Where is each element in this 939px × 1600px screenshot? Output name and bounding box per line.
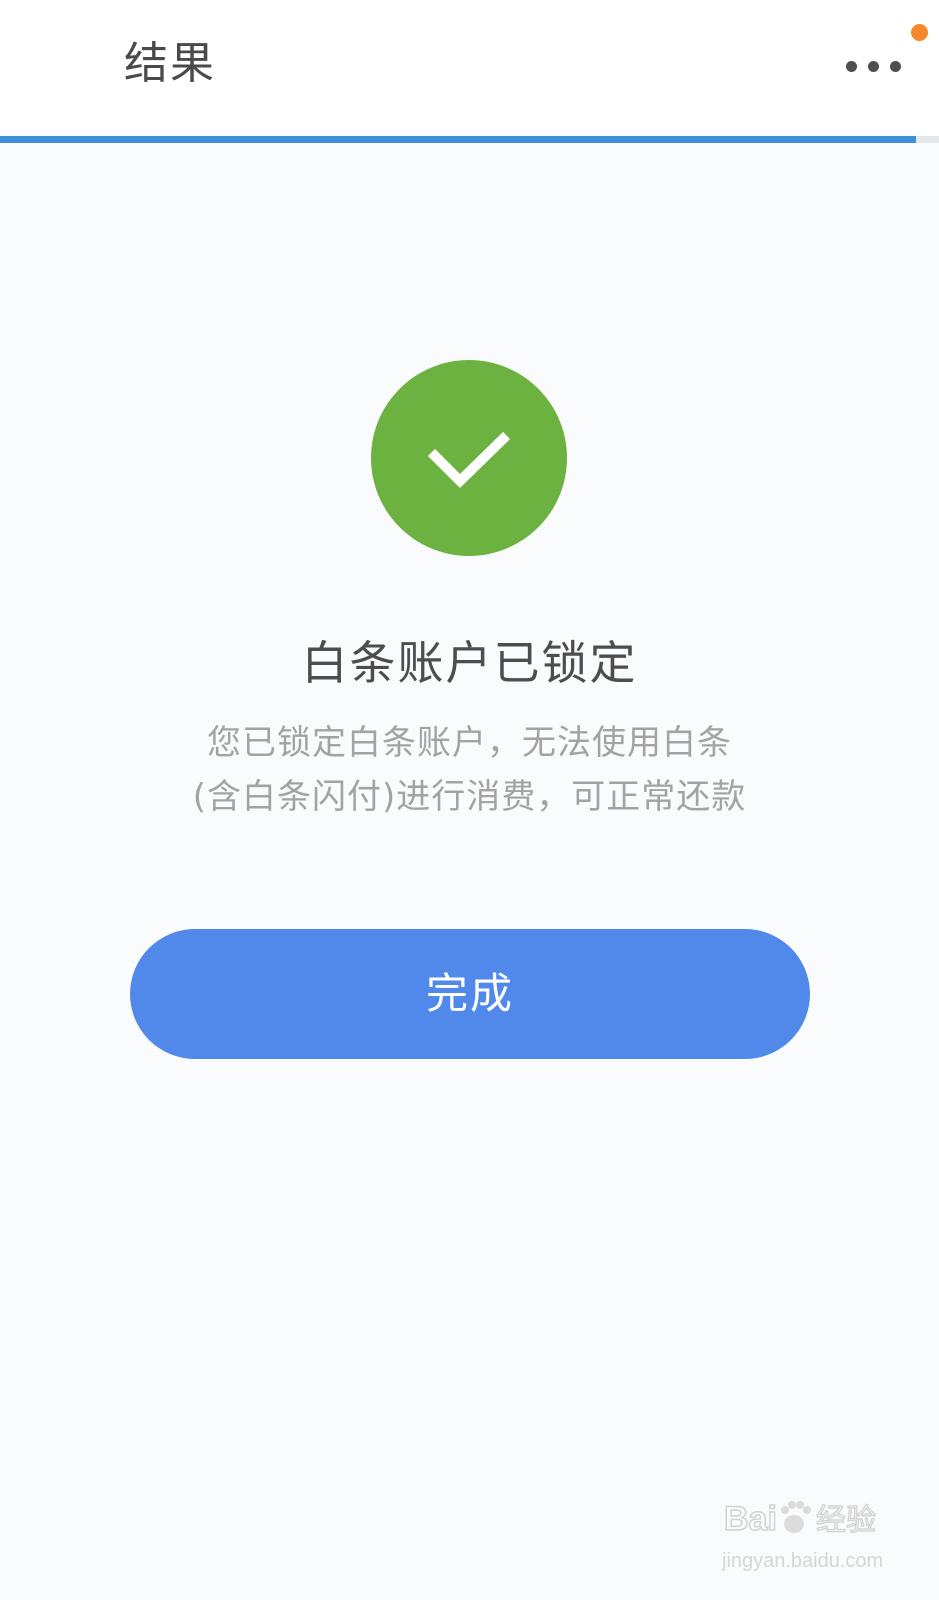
progress-fill [0,136,916,143]
result-description-line2: (含白条闪付)进行消费，可正常还款 [192,777,747,817]
more-dot [868,61,879,72]
done-button[interactable]: 完成 [130,929,810,1059]
baidu-jingyan-watermark: Bai 经验 jingyan.baidu.com [722,1480,922,1590]
progress-bar [0,136,939,143]
svg-text:经验: 经验 [816,1503,876,1538]
page-title: 结果 [124,38,216,89]
checkmark-icon [427,431,511,489]
svg-text:Bai: Bai [724,1500,777,1538]
result-description-line1: 您已锁定白条账户，无法使用白条 [207,723,732,763]
result-title: 白条账户已锁定 [301,636,638,690]
baidu-jingyan-logo: Bai 经验 [723,1499,876,1539]
result-page: 结果 白条账户已锁定 您已锁定白条账户，无法使用白条 (含白条闪付)进行消费，可… [0,0,939,1600]
more-options-button[interactable] [846,48,918,84]
watermark-url: jingyan.baidu.com [722,1550,884,1572]
header-bar: 结果 [0,0,939,136]
more-horizontal-icon [846,61,857,72]
checkmark-circle-icon [371,360,567,556]
notification-badge [911,24,928,41]
more-dot [890,61,901,72]
